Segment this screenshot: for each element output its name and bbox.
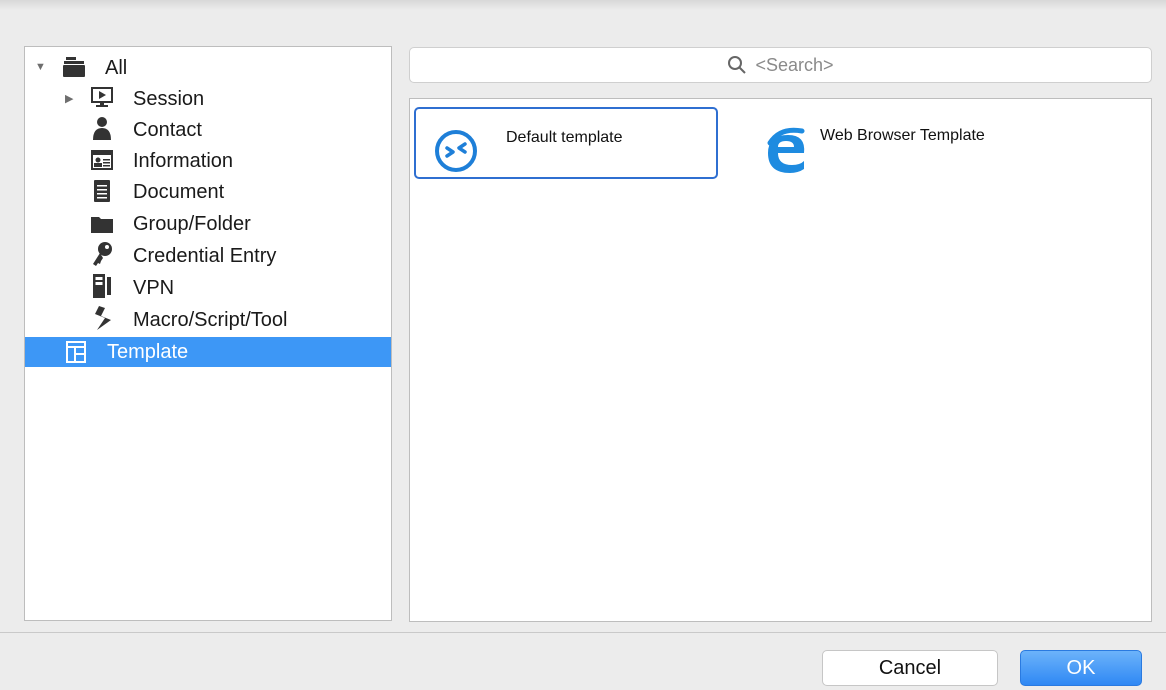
tree-item-label: Template bbox=[107, 340, 189, 363]
tree-item-label: Contact bbox=[133, 118, 202, 141]
disclosure-collapsed-icon[interactable]: ▶ bbox=[65, 92, 73, 105]
tree-item-label: Group/Folder bbox=[133, 212, 251, 235]
internet-explorer-icon bbox=[762, 123, 810, 175]
tree-item-label: Macro/Script/Tool bbox=[133, 308, 288, 331]
tree-item-macro-script-tool[interactable]: Macro/Script/Tool bbox=[25, 305, 391, 335]
tree-item-vpn[interactable]: VPN bbox=[25, 273, 391, 303]
template-list[interactable]: Default template Web Browser Template bbox=[409, 98, 1152, 622]
tree-item-contact[interactable]: Contact bbox=[25, 115, 391, 145]
search-input[interactable]: <Search> bbox=[409, 47, 1152, 83]
tree-item-template[interactable]: Template bbox=[25, 337, 391, 367]
tree-item-session[interactable]: ▶ Session bbox=[25, 84, 391, 114]
tree-item-information[interactable]: Information bbox=[25, 146, 391, 176]
person-icon bbox=[91, 117, 113, 140]
footer-divider bbox=[0, 632, 1166, 633]
template-web-browser[interactable]: Web Browser Template bbox=[760, 107, 1100, 179]
remote-desktop-icon bbox=[434, 129, 478, 173]
id-card-icon bbox=[91, 149, 113, 171]
tree-item-label: All bbox=[105, 56, 128, 79]
search-placeholder: <Search> bbox=[755, 54, 834, 75]
tree-item-label: Session bbox=[133, 87, 205, 110]
cancel-button[interactable]: Cancel bbox=[822, 650, 998, 686]
tree-item-label: Document bbox=[133, 180, 225, 203]
tree-item-all[interactable]: ▼ All bbox=[25, 53, 391, 83]
folder-icon bbox=[91, 213, 113, 235]
disclosure-expanded-icon[interactable]: ▼ bbox=[35, 61, 46, 73]
folder-stack-icon bbox=[63, 56, 85, 78]
template-default[interactable]: Default template bbox=[414, 107, 718, 179]
ok-button[interactable]: OK bbox=[1020, 650, 1142, 686]
tree-item-label: Credential Entry bbox=[133, 244, 277, 267]
new-entry-dialog: ▼ All ▶ Session Contact Information Docu… bbox=[0, 0, 1166, 690]
tree-item-label: VPN bbox=[133, 276, 175, 299]
search-icon bbox=[727, 55, 747, 75]
monitor-play-icon bbox=[91, 87, 113, 109]
template-label: Web Browser Template bbox=[820, 127, 985, 144]
key-icon bbox=[91, 242, 113, 266]
tree-item-group-folder[interactable]: Group/Folder bbox=[25, 209, 391, 239]
script-icon bbox=[91, 306, 113, 330]
server-icon bbox=[91, 274, 113, 298]
tree-item-document[interactable]: Document bbox=[25, 177, 391, 207]
document-icon bbox=[91, 180, 113, 202]
title-bar-shadow bbox=[0, 0, 1166, 10]
template-icon bbox=[65, 341, 87, 363]
tree-item-credential-entry[interactable]: Credential Entry bbox=[25, 241, 391, 271]
template-label: Default template bbox=[506, 129, 623, 146]
tree-item-label: Information bbox=[133, 149, 234, 172]
entry-type-tree[interactable]: ▼ All ▶ Session Contact Information Docu… bbox=[24, 46, 392, 621]
